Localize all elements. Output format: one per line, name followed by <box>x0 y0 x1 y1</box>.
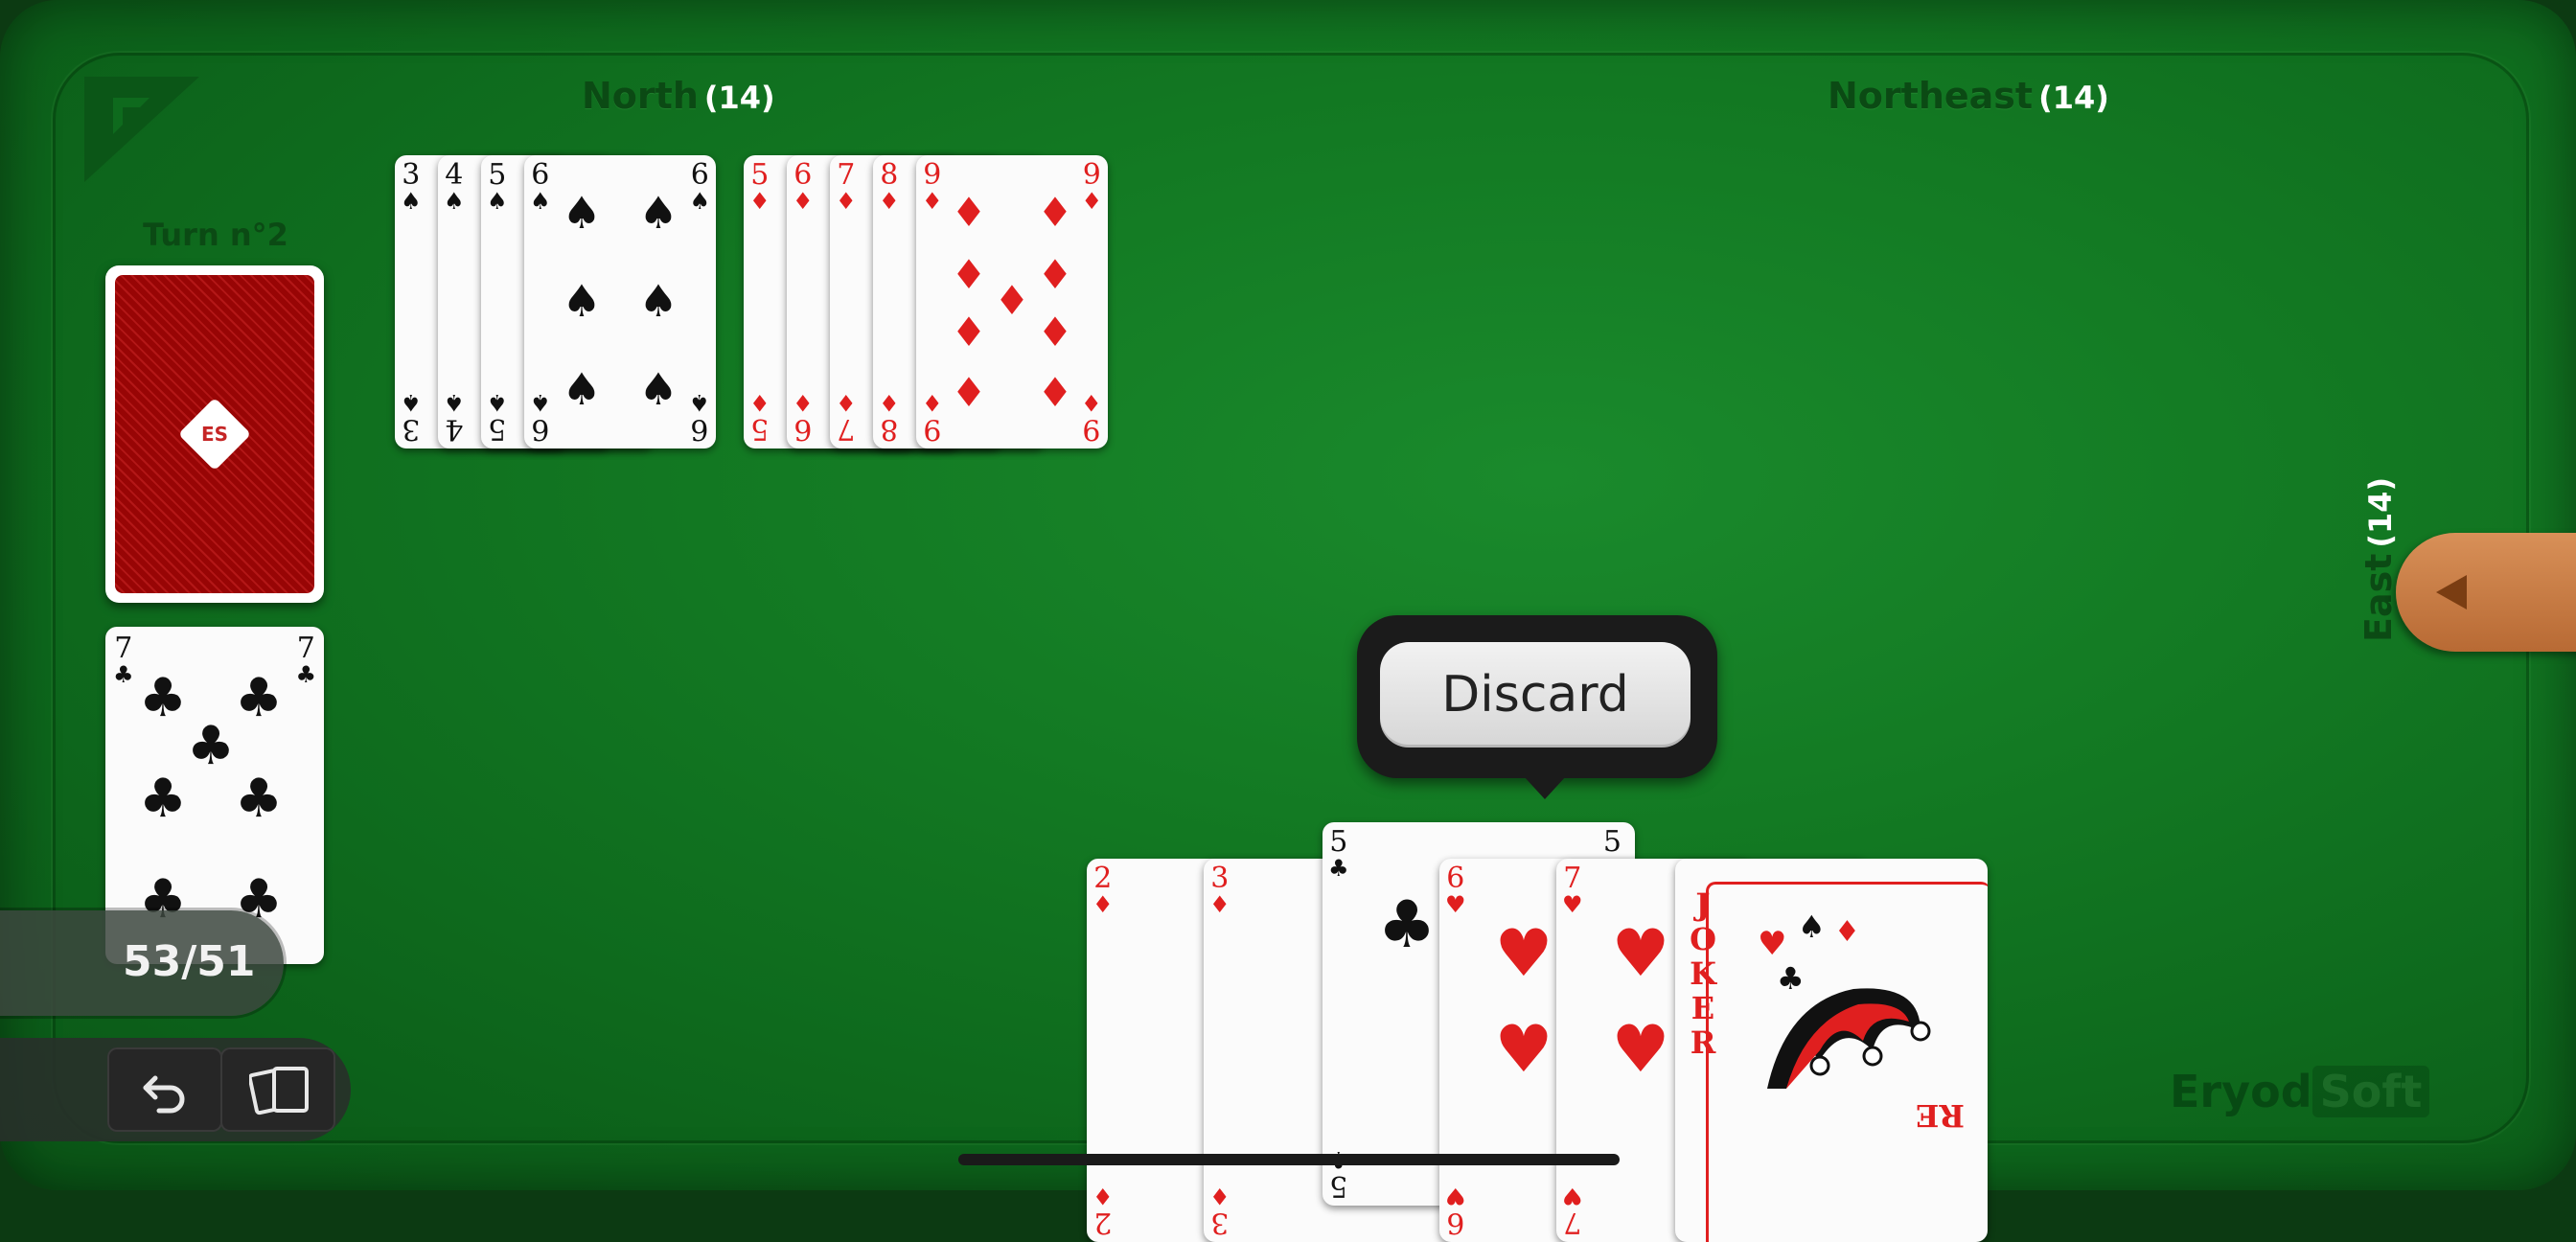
joker-label: JOKER <box>1690 886 1716 1061</box>
corner-logo-icon <box>84 77 199 182</box>
card-corner: 3 ♠ <box>401 389 422 446</box>
card-corner: 9 ♦ <box>922 389 943 446</box>
east-count: (14) <box>2362 476 2399 548</box>
card-corner: 6 ♠ <box>530 158 551 215</box>
card-corner: 7 ♥ <box>1562 862 1583 918</box>
joker-label-mirrored: RE <box>1916 1097 1965 1134</box>
card-corner: 7 ♦ <box>836 389 857 446</box>
meld-card[interactable]: 9 ♦ 9 ♦ 9 ♦ 9 ♦ ♦ ♦ ♦ ♦ ♦ ♦ ♦ ♦ ♦ <box>916 155 1108 448</box>
card-corner: 4 ♠ <box>444 158 465 215</box>
hand-card-joker[interactable]: JOKER RE ♥ ♠ ♦ ♣ <box>1675 859 1988 1242</box>
meld-card[interactable]: 6 ♠ 6 ♠ 6 ♠ 6 ♠ ♠ ♠ ♠ ♠ ♠ ♠ <box>524 155 716 448</box>
card-back-emblem: ES <box>177 397 252 472</box>
diamond-pip: ♦ <box>1037 189 1073 236</box>
club-pip: ♣ <box>234 768 284 830</box>
card-corner: 7 ♣ <box>113 632 134 688</box>
card-corner: 6 ♦ <box>793 158 814 215</box>
card-counter: 53/51 <box>0 910 284 1016</box>
diamond-pip: ♦ <box>951 309 987 356</box>
bottom-toolbar <box>0 1038 351 1141</box>
card-corner: 5 ♦ <box>749 158 770 215</box>
card-corner: 5 ♠ <box>487 158 508 215</box>
draw-pile[interactable]: ES <box>105 265 324 603</box>
svg-text:♠: ♠ <box>1798 908 1826 945</box>
diamond-pip: ♦ <box>951 251 987 298</box>
card-corner: 7 ♣ <box>295 632 316 688</box>
spade-pip: ♠ <box>562 363 602 415</box>
card-corner: 2 ♦ <box>1092 1183 1114 1239</box>
eryodsoft-watermark: Eryod Soft <box>2170 1066 2430 1117</box>
card-corner: 6 ♥ <box>1445 862 1466 918</box>
watermark-text: Eryod <box>2170 1066 2312 1117</box>
svg-text:♦: ♦ <box>1834 915 1860 949</box>
northeast-player-label: Northeast (14) <box>1828 75 2109 117</box>
card-corner: 9 ♦ <box>1081 389 1102 446</box>
card-corner: 6 ♠ <box>689 158 710 215</box>
card-corner: 6 ♠ <box>530 389 551 446</box>
card-corner: 3 ♠ <box>401 158 422 215</box>
north-player-label: North (14) <box>582 75 775 117</box>
club-pip: ♣ <box>1377 887 1437 963</box>
spade-pip: ♠ <box>562 275 602 327</box>
svg-text:♥: ♥ <box>1758 925 1786 963</box>
undo-button[interactable] <box>107 1047 222 1132</box>
northeast-name: Northeast <box>1828 75 2034 117</box>
card-corner: 9 ♦ <box>922 158 943 215</box>
spade-pip: ♠ <box>638 275 678 327</box>
card-corner: 8 ♦ <box>879 389 900 446</box>
spade-pip: ♠ <box>638 363 678 415</box>
card-corner: 5 ♦ <box>749 389 770 446</box>
club-pip: ♣ <box>138 667 188 729</box>
spade-pip: ♠ <box>562 187 602 239</box>
card-corner: 5♣ <box>1328 825 1349 882</box>
card-corner: 5 ♠ <box>487 389 508 446</box>
east-name: East <box>2358 553 2400 642</box>
diamond-pip: ♦ <box>951 189 987 236</box>
jester-icon: ♥ ♠ ♦ ♣ <box>1758 908 1931 1089</box>
diamond-pip: ♦ <box>1037 369 1073 416</box>
heart-pip: ♥ <box>1494 916 1553 992</box>
north-name: North <box>582 75 699 117</box>
diamond-pip: ♦ <box>994 277 1030 324</box>
card-corner: 6 ♥ <box>1445 1183 1466 1239</box>
card-corner: 6 ♠ <box>689 389 710 446</box>
card-corner: 2 ♦ <box>1092 862 1114 918</box>
northeast-count: (14) <box>2038 80 2109 116</box>
diamond-pip: ♦ <box>951 369 987 416</box>
card-corner: 8 ♦ <box>879 158 900 215</box>
card-corner: 7 ♦ <box>836 158 857 215</box>
svg-text:♣: ♣ <box>1777 960 1805 997</box>
card-corner: 3 ♦ <box>1209 862 1230 918</box>
side-panel-toggle[interactable] <box>2396 533 2576 652</box>
heart-pip: ♥ <box>1611 1012 1670 1088</box>
card-corner: 3 ♦ <box>1209 1183 1230 1239</box>
heart-pip: ♥ <box>1494 1012 1553 1088</box>
cards-icon <box>249 1067 309 1116</box>
discard-button[interactable]: Discard <box>1380 642 1690 748</box>
heart-pip: ♥ <box>1611 916 1670 992</box>
triangle-left-icon <box>2436 575 2467 610</box>
cards-view-button[interactable] <box>220 1047 335 1132</box>
card-corner: 5 <box>1602 825 1622 859</box>
club-pip: ♣ <box>234 667 284 729</box>
discard-popup: Discard <box>1357 615 1717 799</box>
spade-pip: ♠ <box>638 187 678 239</box>
card-corner: 7 ♥ <box>1562 1183 1583 1239</box>
turn-label: Turn n°2 <box>143 217 288 253</box>
card-corner: 6 ♦ <box>793 389 814 446</box>
game-table: North (14) Northeast (14) East(14) Turn n°… <box>0 0 2576 1242</box>
north-count: (14) <box>703 80 775 116</box>
east-player-label: East (14) <box>2358 477 2400 642</box>
club-pip: ♣ <box>138 768 188 830</box>
diamond-pip: ♦ <box>1037 309 1073 356</box>
card-counter-text: 53/51 <box>123 937 256 986</box>
card-corner: 4 ♠ <box>444 389 465 446</box>
home-indicator[interactable] <box>958 1154 1620 1165</box>
watermark-text-box: Soft <box>2312 1066 2430 1117</box>
card-corner: 9 ♦ <box>1081 158 1102 215</box>
diamond-pip: ♦ <box>1037 251 1073 298</box>
undo-icon <box>143 1075 185 1114</box>
club-pip: ♣ <box>186 715 236 777</box>
